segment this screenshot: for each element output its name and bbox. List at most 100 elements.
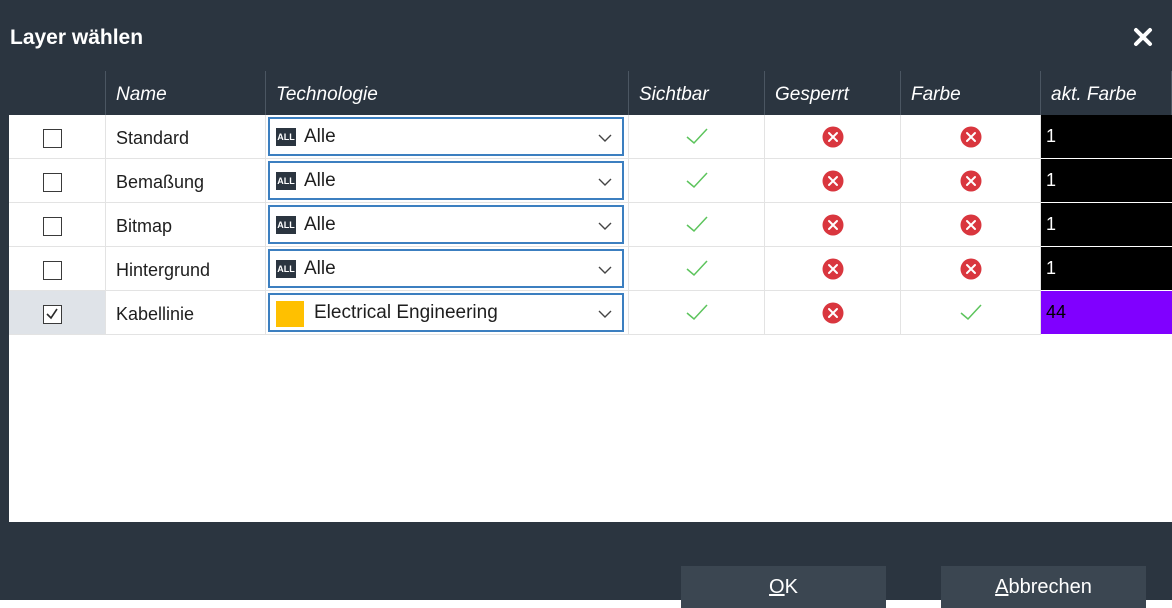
name-cell[interactable]: Bemaßung (106, 159, 266, 203)
table-row[interactable]: Kabellinie Electrical Engineering 44 (9, 291, 1172, 335)
dialog-footer: OK Abbrechen (0, 522, 1172, 608)
checkmark-icon (686, 304, 708, 321)
technology-cell: ALL Alle (266, 203, 629, 247)
current-color-value: 1 (1046, 258, 1057, 278)
visible-cell[interactable] (629, 115, 765, 159)
header-color[interactable]: Farbe (901, 71, 1041, 115)
color-cell[interactable] (901, 159, 1041, 203)
color-cell[interactable] (901, 291, 1041, 335)
current-color-cell[interactable]: 1 (1041, 159, 1172, 202)
technology-value: Alle (304, 258, 336, 279)
all-badge-icon: ALL (276, 260, 296, 278)
table-row[interactable]: Hintergrund ALL Alle 1 (9, 247, 1172, 291)
red-x-icon (960, 126, 982, 148)
current-color-cell[interactable]: 1 (1041, 247, 1172, 290)
header-name[interactable]: Name (106, 71, 266, 115)
technology-value: Electrical Engineering (314, 302, 498, 323)
select-cell (9, 247, 106, 291)
red-x-icon (822, 126, 844, 153)
technology-dropdown[interactable]: ALL Alle (268, 249, 624, 288)
locked-cell[interactable] (765, 203, 901, 247)
current-color-cell[interactable]: 44 (1041, 291, 1172, 334)
chevron-down-icon (598, 134, 612, 142)
header-technology[interactable]: Technologie (266, 71, 629, 115)
header-visible[interactable]: Sichtbar (629, 71, 765, 115)
checkmark-icon (685, 258, 709, 283)
technology-cell: ALL Alle (266, 115, 629, 159)
locked-cell[interactable] (765, 291, 901, 335)
red-x-icon (822, 170, 844, 192)
red-x-icon (960, 170, 982, 197)
visible-cell[interactable] (629, 247, 765, 291)
visible-cell[interactable] (629, 203, 765, 247)
cancel-button[interactable]: Abbrechen (941, 566, 1146, 608)
red-x-icon (822, 214, 844, 241)
locked-cell[interactable] (765, 247, 901, 291)
row-checkbox[interactable] (43, 305, 62, 324)
red-x-icon (960, 258, 982, 285)
technology-dropdown[interactable]: ALL Alle (268, 117, 624, 156)
technology-dropdown[interactable]: Electrical Engineering (268, 293, 624, 332)
select-cell (9, 159, 106, 203)
current-color-cell[interactable]: 1 (1041, 203, 1172, 246)
name-cell[interactable]: Standard (106, 115, 266, 159)
name-cell[interactable]: Hintergrund (106, 247, 266, 291)
table-row[interactable]: Standard ALL Alle 1 (9, 115, 1172, 159)
color-cell[interactable] (901, 115, 1041, 159)
red-x-icon (822, 126, 844, 148)
cancel-mnemonic: A (995, 576, 1009, 598)
red-x-icon (960, 258, 982, 280)
red-x-icon (822, 170, 844, 197)
ok-label-rest: K (784, 576, 798, 598)
technology-value: Alle (304, 126, 336, 147)
current-color-cell[interactable]: 1 (1041, 115, 1172, 158)
name-cell[interactable]: Bitmap (106, 203, 266, 247)
technology-value: Alle (304, 214, 336, 235)
dialog-titlebar: Layer wählen (0, 0, 1172, 70)
checkmark-icon (46, 308, 58, 320)
table-header: Name Technologie Sichtbar Gesperrt Farbe akt.… (9, 71, 1172, 115)
visible-cell[interactable] (629, 291, 765, 335)
layer-table: Name Technologie Sichtbar Gesperrt Farbe akt.… (9, 71, 1172, 522)
current-color-value: 1 (1046, 214, 1057, 234)
color-cell[interactable] (901, 203, 1041, 247)
row-checkbox[interactable] (43, 217, 62, 236)
technology-cell: ALL Alle (266, 159, 629, 203)
all-badge-icon: ALL (276, 128, 296, 146)
technology-cell: ALL Alle (266, 247, 629, 291)
table-row[interactable]: Bemaßung ALL Alle 1 (9, 159, 1172, 203)
color-cell[interactable] (901, 247, 1041, 291)
close-button[interactable] (1126, 20, 1160, 54)
technology-dropdown[interactable]: ALL Alle (268, 161, 624, 200)
name-cell[interactable]: Kabellinie (106, 291, 266, 335)
header-locked[interactable]: Gesperrt (765, 71, 901, 115)
visible-cell[interactable] (629, 159, 765, 203)
locked-cell[interactable] (765, 115, 901, 159)
current-color-value: 1 (1046, 170, 1057, 190)
row-checkbox[interactable] (43, 173, 62, 192)
technology-dropdown[interactable]: ALL Alle (268, 205, 624, 244)
row-checkbox[interactable] (43, 129, 62, 148)
red-x-icon (960, 126, 982, 153)
checkmark-icon (685, 302, 709, 327)
layer-name: Kabellinie (116, 304, 195, 324)
layer-name: Bitmap (116, 216, 173, 236)
chevron-down-icon (598, 310, 612, 318)
layer-name: Hintergrund (116, 260, 211, 280)
chevron-down-icon (598, 222, 612, 230)
locked-cell[interactable] (765, 159, 901, 203)
current-color-value: 44 (1046, 302, 1067, 322)
header-select[interactable] (9, 71, 106, 115)
table-row[interactable]: Bitmap ALL Alle 1 (9, 203, 1172, 247)
current-color-value: 1 (1046, 126, 1057, 146)
select-cell (9, 115, 106, 159)
red-x-icon (822, 214, 844, 236)
red-x-icon (960, 214, 982, 241)
ok-button[interactable]: OK (681, 566, 886, 608)
header-current-color[interactable]: akt. Farbe (1041, 71, 1172, 115)
row-checkbox[interactable] (43, 261, 62, 280)
red-x-icon (822, 302, 844, 324)
select-cell (9, 291, 106, 335)
checkmark-icon (685, 126, 709, 151)
checkmark-icon (685, 214, 709, 239)
